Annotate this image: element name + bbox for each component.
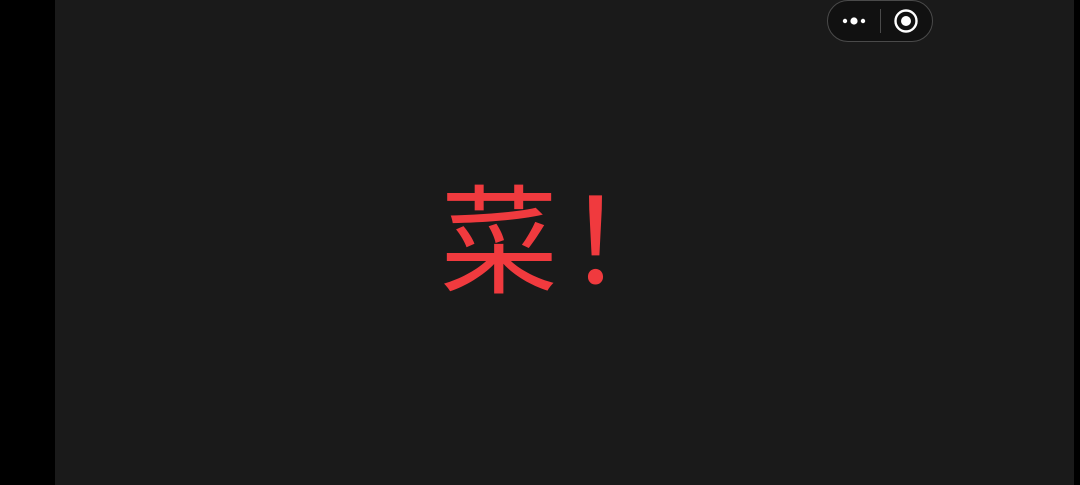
mini-program-capsule bbox=[827, 0, 933, 42]
screen: 菜！ bbox=[0, 0, 1080, 485]
more-button[interactable] bbox=[828, 1, 880, 41]
target-close-icon bbox=[894, 9, 918, 33]
more-dots-icon bbox=[842, 17, 865, 25]
result-message: 菜！ bbox=[440, 174, 693, 312]
close-button[interactable] bbox=[880, 1, 932, 41]
